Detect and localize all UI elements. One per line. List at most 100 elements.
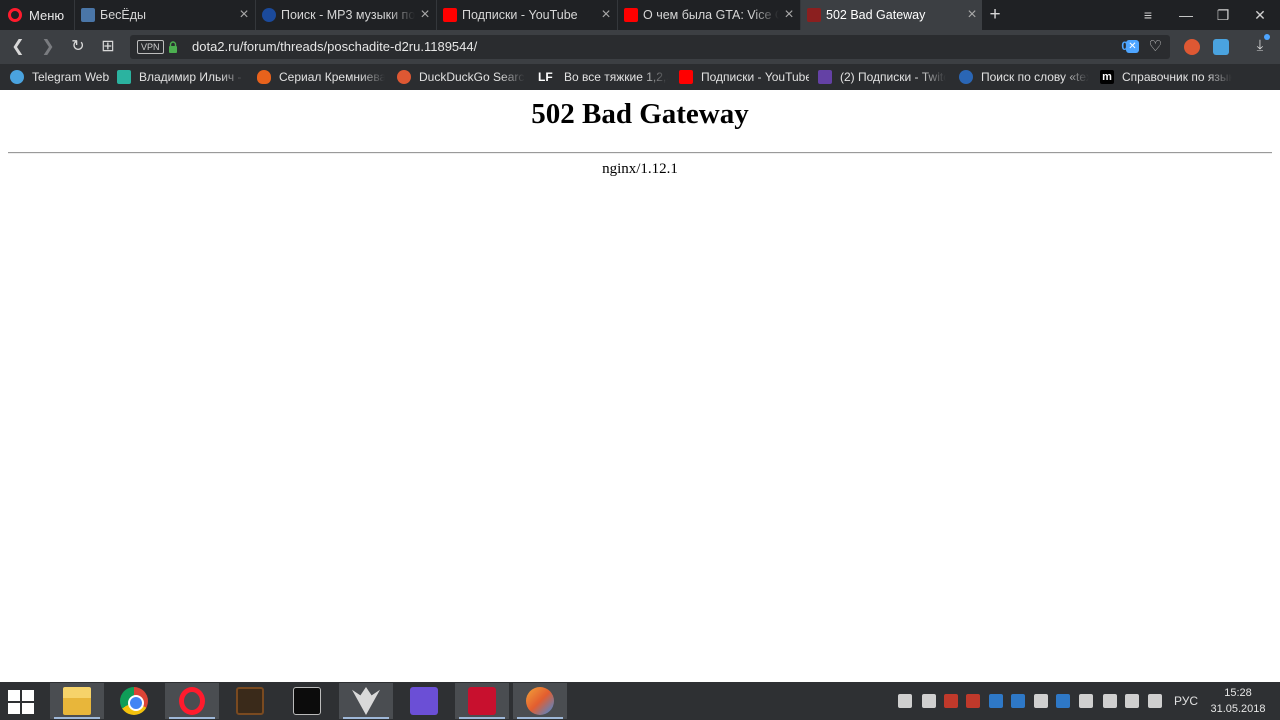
- bookmark-label: Справочник по языку: [1122, 70, 1232, 84]
- page-title: 502 Bad Gateway: [531, 98, 749, 130]
- back-button[interactable]: ❮: [4, 30, 32, 64]
- youtube-icon: [624, 8, 638, 22]
- taskbar-foobar[interactable]: [339, 683, 393, 719]
- tray-aimp-icon[interactable]: [966, 694, 980, 708]
- tab-gta-video[interactable]: О чем была GTA: Vice City ×: [617, 0, 799, 30]
- vpn-badge[interactable]: VPN: [137, 40, 164, 54]
- forward-button[interactable]: ❯: [34, 30, 62, 64]
- bookmark-vladimir-ilyich[interactable]: Владимир Ильич - С: [117, 64, 245, 90]
- search-globe-icon: [262, 8, 276, 22]
- system-clock[interactable]: 15:28 31.05.2018: [1210, 685, 1266, 717]
- tab-close-icon[interactable]: ×: [962, 0, 982, 30]
- quill-icon: [410, 687, 438, 715]
- bookmark-heart-icon[interactable]: ♡: [1149, 37, 1162, 55]
- duckduckgo-extension-icon[interactable]: [1184, 39, 1200, 55]
- vk-icon: [81, 8, 95, 22]
- tray-display-icon[interactable]: [1034, 694, 1048, 708]
- book-icon: [117, 70, 131, 84]
- telegram-icon: [10, 70, 24, 84]
- terminal-icon: [293, 687, 321, 715]
- flame-icon: [257, 70, 271, 84]
- chrome-icon: [120, 687, 148, 715]
- tab-close-icon[interactable]: ×: [234, 0, 254, 30]
- taskbar-game[interactable]: [223, 683, 277, 719]
- server-signature: nginx/1.12.1: [602, 161, 678, 177]
- tab-mp3-search[interactable]: Поиск - MP3 музыки по с ×: [255, 0, 435, 30]
- bookmark-language-reference[interactable]: m Справочник по языку: [1100, 64, 1232, 90]
- lostfilm-icon: LF: [538, 70, 553, 84]
- ad-block-icon[interactable]: ✕: [1126, 40, 1139, 53]
- start-icon-pane: [8, 690, 20, 701]
- tab-close-icon[interactable]: ×: [779, 0, 799, 30]
- bookmark-silicon-valley-series[interactable]: Сериал Кремниевая: [257, 64, 385, 90]
- tray-acrobat-icon[interactable]: [944, 694, 958, 708]
- tray-dropbox-icon[interactable]: [1056, 694, 1070, 708]
- bookmark-breaking-bad[interactable]: LF Во все тяжкие 1,2,3,4: [538, 64, 668, 90]
- tab-youtube-subscriptions[interactable]: Подписки - YouTube ×: [436, 0, 616, 30]
- start-icon-pane: [22, 690, 34, 701]
- close-window-button[interactable]: ✕: [1242, 0, 1278, 30]
- youtube-icon: [443, 8, 457, 22]
- url-text[interactable]: dota2.ru/forum/threads/poschadite-d2ru.1…: [192, 39, 477, 54]
- bookmark-telegram-web[interactable]: Telegram Web: [10, 64, 110, 90]
- taskbar-writer[interactable]: [397, 683, 451, 719]
- taskbar-command-prompt[interactable]: [280, 683, 334, 719]
- bookmark-label: Сериал Кремниевая: [279, 70, 385, 84]
- tab-close-icon[interactable]: ×: [596, 0, 616, 30]
- restore-window-button[interactable]: ❐: [1205, 0, 1241, 30]
- download-indicator-dot: [1264, 34, 1270, 40]
- tray-discord-icon[interactable]: [922, 694, 936, 708]
- speed-dial-grid-icon[interactable]: ⊞: [94, 30, 122, 64]
- keyboard-language[interactable]: РУС: [1174, 694, 1198, 708]
- twitch-icon: [818, 70, 832, 84]
- bookmark-youtube-subscriptions[interactable]: Подписки - YouTube: [679, 64, 809, 90]
- pdf-icon: [468, 687, 496, 715]
- new-tab-button[interactable]: +: [984, 0, 1006, 30]
- bookmarks-bar: Telegram Web Владимир Ильич - С Сериал К…: [0, 64, 1280, 90]
- taskbar-mathcad[interactable]: [513, 683, 567, 719]
- taskbar-chrome[interactable]: [107, 683, 161, 719]
- taskbar-opera[interactable]: [165, 683, 219, 719]
- duckduckgo-icon: [397, 70, 411, 84]
- tab-strip: Меню БесЁды × Поиск - MP3 музыки по с × …: [0, 0, 1280, 30]
- wifi-icon[interactable]: [1125, 694, 1139, 708]
- nginx-icon: [807, 8, 821, 22]
- taskbar-file-explorer[interactable]: [50, 683, 104, 719]
- opera-menu-button[interactable]: Меню: [0, 0, 72, 30]
- mathcad-icon: [526, 687, 554, 715]
- tab-close-icon[interactable]: ×: [415, 0, 435, 30]
- bookmark-twitch-subscriptions[interactable]: (2) Подписки - Twitch: [818, 64, 946, 90]
- bookmark-label: DuckDuckGo Search: [419, 70, 525, 84]
- minimize-window-button[interactable]: —: [1168, 0, 1204, 30]
- mdn-icon: m: [1100, 70, 1114, 84]
- tray-app-icon[interactable]: [1011, 694, 1025, 708]
- telegram-extension-icon[interactable]: [1213, 39, 1229, 55]
- address-bar[interactable]: VPN dota2.ru/forum/threads/poschadite-d2…: [130, 35, 1170, 59]
- bookmark-label: Подписки - YouTube: [701, 70, 809, 84]
- windows-start-button[interactable]: [8, 690, 36, 714]
- reload-button[interactable]: ↻: [64, 30, 92, 64]
- tab-menu-icon[interactable]: ≡: [1130, 0, 1166, 30]
- clock-time: 15:28: [1224, 687, 1252, 699]
- tray-network-share-icon[interactable]: [1079, 694, 1093, 708]
- taskbar-acrobat[interactable]: [455, 683, 509, 719]
- tab-title: 502 Bad Gateway: [826, 8, 926, 22]
- windows-taskbar: РУС 15:28 31.05.2018: [0, 682, 1280, 720]
- bookmark-label: Владимир Ильич - С: [139, 70, 245, 84]
- opera-logo-icon: [8, 8, 22, 22]
- bluetooth-icon[interactable]: [989, 694, 1003, 708]
- tab-vk-messages[interactable]: БесЁды ×: [74, 0, 254, 30]
- bookmark-word-search[interactable]: Поиск по слову «text: [959, 64, 1089, 90]
- bookmark-duckduckgo[interactable]: DuckDuckGo Search: [397, 64, 525, 90]
- globe-icon: [959, 70, 973, 84]
- battery-icon[interactable]: [1103, 694, 1117, 708]
- page-content: 502 Bad Gateway nginx/1.12.1: [0, 90, 1280, 682]
- lock-icon[interactable]: [168, 41, 178, 53]
- folder-icon: [63, 687, 91, 715]
- tab-title: Поиск - MP3 музыки по с: [281, 8, 415, 22]
- tray-tools-icon[interactable]: [898, 694, 912, 708]
- volume-icon[interactable]: [1148, 694, 1162, 708]
- bookmark-label: Telegram Web: [32, 70, 110, 84]
- tab-502-bad-gateway[interactable]: 502 Bad Gateway ×: [800, 0, 982, 30]
- game-icon: [236, 687, 264, 715]
